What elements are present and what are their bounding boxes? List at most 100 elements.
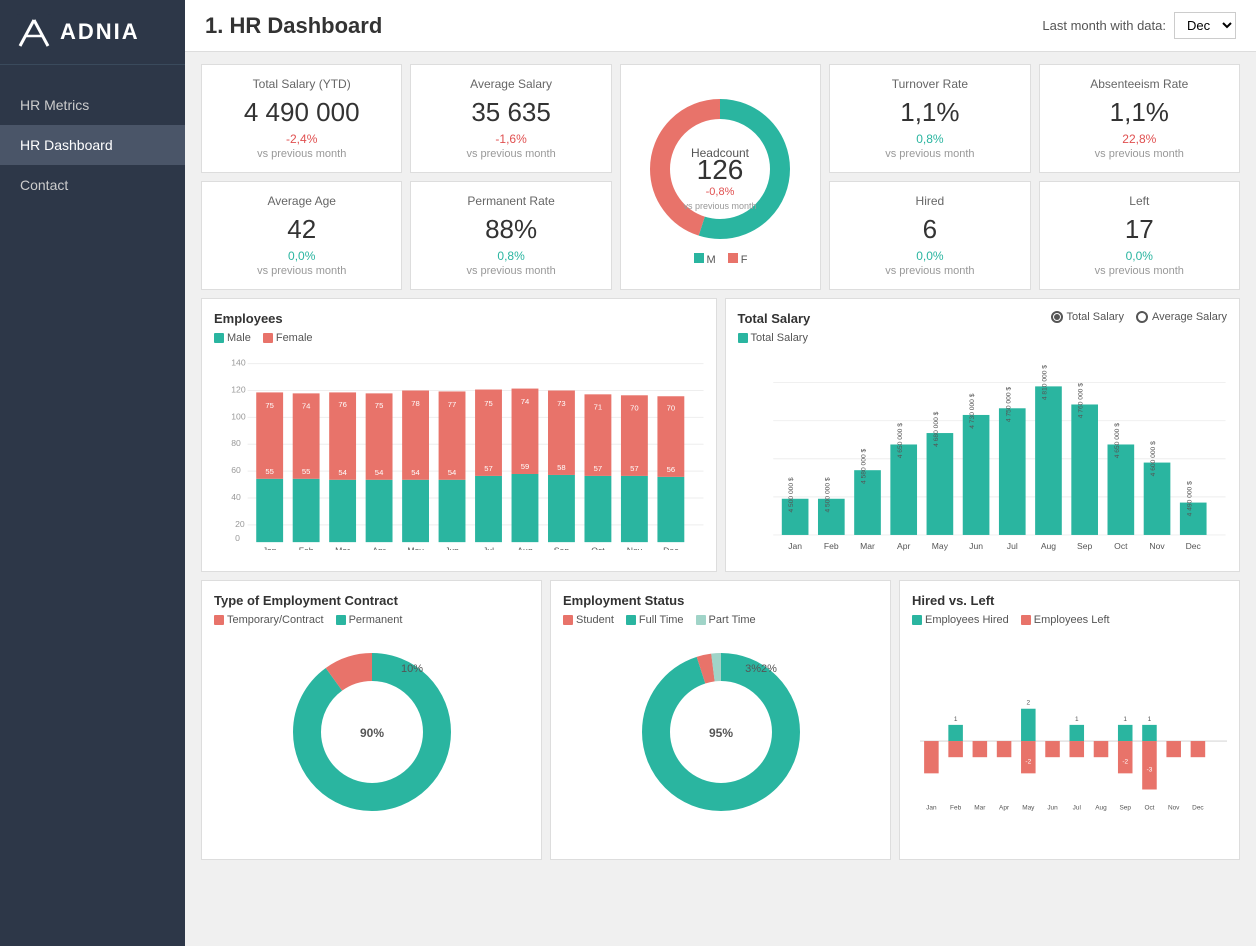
radio-total-salary[interactable]: Total Salary bbox=[1051, 311, 1124, 323]
svg-text:Jul: Jul bbox=[1073, 805, 1081, 812]
sidebar-item-hr-metrics[interactable]: HR Metrics bbox=[0, 85, 185, 125]
svg-text:54: 54 bbox=[338, 468, 347, 477]
total-salary-vs: vs previous month bbox=[214, 148, 389, 160]
bar-may: 54 78 May bbox=[402, 390, 429, 550]
svg-text:Aug: Aug bbox=[1040, 541, 1055, 551]
adnia-logo-icon bbox=[16, 14, 52, 50]
svg-text:4 750 000 $: 4 750 000 $ bbox=[1005, 387, 1012, 422]
svg-text:Oct: Oct bbox=[591, 546, 605, 550]
svg-text:4 490 000 $: 4 490 000 $ bbox=[1186, 481, 1193, 516]
hired-value: 6 bbox=[842, 214, 1017, 245]
radio-avg-salary[interactable]: Average Salary bbox=[1136, 311, 1227, 323]
total-salary-chart-card: Total Salary Total Salary Total Salary A… bbox=[725, 298, 1241, 572]
perm-rate-title: Permanent Rate bbox=[423, 194, 598, 208]
svg-text:Mar: Mar bbox=[860, 541, 875, 551]
svg-text:75: 75 bbox=[265, 401, 274, 410]
legend-student: Student bbox=[563, 614, 614, 626]
salary-bar-jun: 4 730 000 $ Jun bbox=[962, 393, 989, 551]
salary-bar-apr: 4 650 000 $ Apr bbox=[890, 423, 917, 551]
employees-legend-female: Female bbox=[263, 332, 313, 344]
svg-text:76: 76 bbox=[338, 400, 347, 409]
avg-age-change: 0,0% bbox=[214, 249, 389, 263]
legend-perm: Permanent bbox=[336, 614, 403, 626]
avg-age-value: 42 bbox=[214, 214, 389, 245]
hired-vs: vs previous month bbox=[842, 265, 1017, 277]
svg-text:Jun: Jun bbox=[445, 546, 459, 550]
avg-age-vs: vs previous month bbox=[214, 265, 389, 277]
svg-text:Nov: Nov bbox=[1168, 805, 1180, 812]
bar-mar: 54 76 Mar bbox=[329, 392, 356, 550]
hl-aug: -1 Aug bbox=[1094, 741, 1109, 812]
total-salary-value: 4 490 000 bbox=[214, 97, 389, 128]
svg-text:120: 120 bbox=[231, 384, 246, 394]
salary-bar-sep: 4 760 000 $ Sep bbox=[1071, 383, 1098, 551]
svg-text:10%: 10% bbox=[400, 663, 422, 675]
kpi-turnover: Turnover Rate 1,1% 0,8% vs previous mont… bbox=[829, 64, 1030, 173]
svg-text:4 600 000 $: 4 600 000 $ bbox=[1150, 441, 1157, 476]
svg-text:4 650 000 $: 4 650 000 $ bbox=[896, 423, 903, 458]
svg-text:54: 54 bbox=[448, 468, 457, 477]
employment-contract-legend: Temporary/Contract Permanent bbox=[214, 614, 529, 626]
salary-bar-feb: 4 500 000 $ Feb bbox=[817, 477, 844, 551]
salary-bar-nov: 4 600 000 $ Nov bbox=[1143, 441, 1170, 551]
svg-text:Jan: Jan bbox=[788, 541, 802, 551]
svg-text:May: May bbox=[1022, 805, 1035, 812]
turnover-title: Turnover Rate bbox=[842, 77, 1017, 91]
radio-total-icon bbox=[1051, 311, 1063, 323]
hl-jan: -2 Jan bbox=[924, 741, 939, 812]
svg-text:1: 1 bbox=[954, 716, 958, 723]
svg-text:73: 73 bbox=[557, 399, 566, 408]
employment-status-card: Employment Status Student Full Time Part… bbox=[550, 580, 891, 860]
main-content: 1. HR Dashboard Last month with data: De… bbox=[185, 0, 1256, 946]
svg-text:75: 75 bbox=[375, 401, 384, 410]
svg-text:-1: -1 bbox=[1098, 759, 1104, 766]
svg-text:-1: -1 bbox=[1001, 759, 1007, 766]
legend-temp: Temporary/Contract bbox=[214, 614, 324, 626]
svg-text:Jun: Jun bbox=[969, 541, 983, 551]
svg-text:74: 74 bbox=[302, 402, 311, 411]
svg-text:1: 1 bbox=[1123, 716, 1127, 723]
dashboard-content: Total Salary (YTD) 4 490 000 -2,4% vs pr… bbox=[185, 52, 1256, 946]
perm-rate-vs: vs previous month bbox=[423, 265, 598, 277]
month-filter-select[interactable]: Dec bbox=[1174, 12, 1236, 39]
svg-text:78: 78 bbox=[411, 399, 420, 408]
svg-text:Oct: Oct bbox=[1114, 541, 1128, 551]
total-salary-bar-svg: 4 500 000 $ Jan 4 500 000 $ Feb 4 580 00… bbox=[738, 354, 1228, 554]
svg-text:1: 1 bbox=[1075, 716, 1079, 723]
svg-text:Feb: Feb bbox=[299, 546, 314, 550]
svg-text:-1: -1 bbox=[1171, 759, 1177, 766]
kpi-absenteeism: Absenteeism Rate 1,1% 22,8% vs previous … bbox=[1039, 64, 1240, 173]
hl-dec: -1 Dec bbox=[1191, 741, 1206, 812]
svg-text:4 500 000 $: 4 500 000 $ bbox=[824, 477, 831, 512]
salary-bar-mar: 4 580 000 $ Mar bbox=[854, 449, 881, 552]
sidebar: ADNIA HR Metrics HR Dashboard Contact bbox=[0, 0, 185, 946]
svg-text:Oct: Oct bbox=[1144, 805, 1154, 812]
employment-status-donut-container: 95% 3%2% bbox=[563, 632, 878, 832]
svg-text:4 500 000 $: 4 500 000 $ bbox=[788, 477, 795, 512]
left-title: Left bbox=[1052, 194, 1227, 208]
svg-text:Aug: Aug bbox=[1095, 805, 1107, 812]
sidebar-item-hr-dashboard[interactable]: HR Dashboard bbox=[0, 125, 185, 165]
svg-text:90%: 90% bbox=[359, 726, 383, 740]
hired-left-legend: Employees Hired Employees Left bbox=[912, 614, 1227, 626]
left-vs: vs previous month bbox=[1052, 265, 1227, 277]
bar-jun: 54 77 Jun bbox=[439, 391, 466, 550]
avg-salary-value: 35 635 bbox=[423, 97, 598, 128]
total-salary-legend: Total Salary bbox=[738, 332, 811, 344]
hl-oct: 1 -3 Oct bbox=[1142, 716, 1157, 812]
bar-jul: 57 75 Jul bbox=[475, 390, 502, 550]
hl-apr: -1 Apr bbox=[997, 741, 1012, 812]
radio-avg-icon bbox=[1136, 311, 1148, 323]
svg-text:Jan: Jan bbox=[926, 805, 937, 812]
svg-text:95%: 95% bbox=[708, 726, 732, 740]
sidebar-item-contact[interactable]: Contact bbox=[0, 165, 185, 205]
avg-age-title: Average Age bbox=[214, 194, 389, 208]
svg-text:54: 54 bbox=[375, 468, 384, 477]
svg-text:70: 70 bbox=[630, 404, 639, 413]
svg-text:Sep: Sep bbox=[1077, 541, 1092, 551]
bar-feb: 55 74 Feb bbox=[293, 393, 320, 550]
kpi-average-salary: Average Salary 35 635 -1,6% vs previous … bbox=[410, 64, 611, 173]
svg-text:Sep: Sep bbox=[1119, 805, 1131, 812]
svg-text:vs previous month: vs previous month bbox=[684, 201, 757, 211]
svg-text:Feb: Feb bbox=[950, 805, 962, 812]
